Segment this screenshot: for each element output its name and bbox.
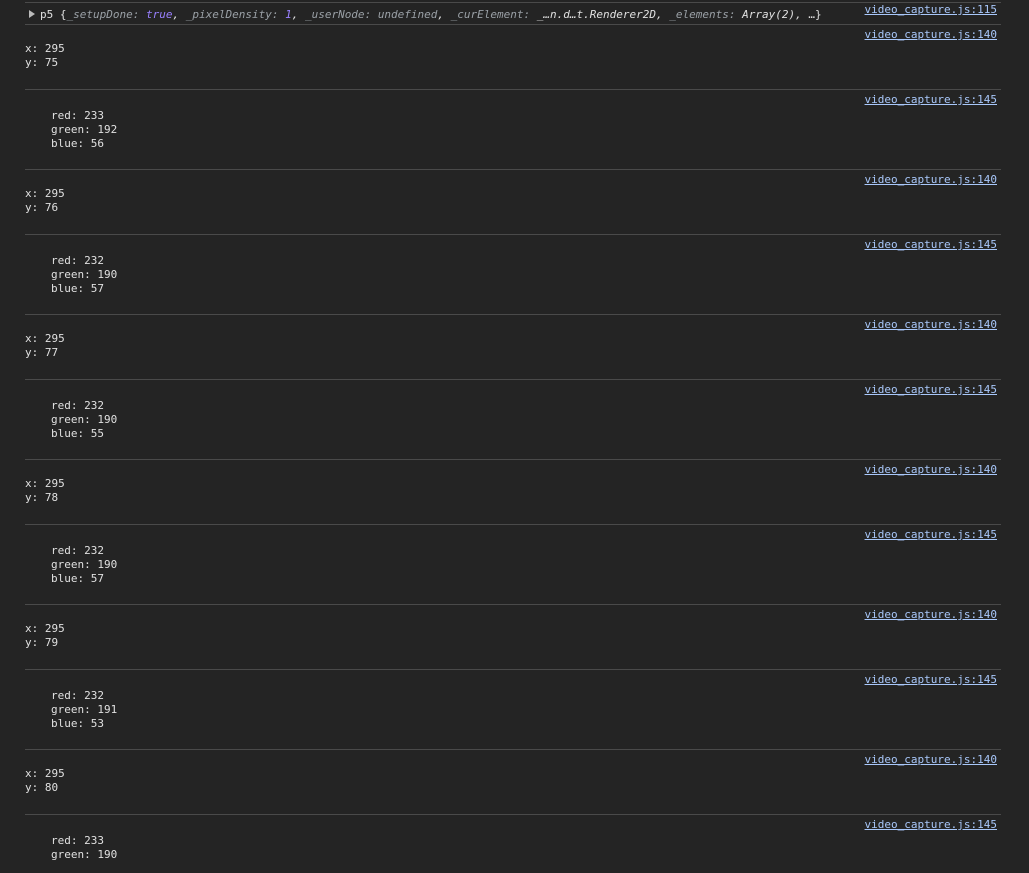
source-link[interactable]: video_capture.js:115 bbox=[865, 3, 997, 17]
message-line: green: 190 bbox=[51, 558, 118, 571]
message-body: x: 295 y: 76 bbox=[25, 187, 65, 215]
message-line: red: 232 bbox=[51, 254, 104, 267]
message-line: blue: 55 bbox=[51, 427, 104, 440]
message-line: red: 232 bbox=[51, 544, 104, 557]
message-line: x: 295 bbox=[25, 332, 65, 345]
message-body: red: 232 green: 190 blue: 57 bbox=[51, 254, 117, 296]
object-property-separator: : bbox=[271, 8, 286, 21]
source-link[interactable]: video_capture.js:140 bbox=[865, 173, 997, 187]
message-body: x: 295 y: 79 bbox=[25, 622, 65, 650]
message-line: green: 190 bbox=[51, 268, 118, 281]
object-suffix: …} bbox=[808, 8, 822, 21]
object-property-separator: : bbox=[364, 8, 378, 21]
message-line: green: 191 bbox=[51, 703, 118, 716]
console-message-color[interactable]: video_capture.js:145 red: 232 green: 191 bl… bbox=[25, 670, 1001, 750]
object-property-key: _pixelDensity bbox=[185, 8, 272, 21]
source-link[interactable]: video_capture.js:140 bbox=[865, 318, 997, 332]
source-link[interactable]: video_capture.js:140 bbox=[865, 608, 997, 622]
message-line: x: 295 bbox=[25, 622, 65, 635]
message-line: green: 190 bbox=[51, 413, 118, 426]
source-link[interactable]: video_capture.js:145 bbox=[865, 383, 997, 397]
message-line: y: 75 bbox=[25, 56, 59, 69]
source-link[interactable]: video_capture.js:140 bbox=[865, 28, 997, 42]
message-line: x: 295 bbox=[25, 767, 65, 780]
message-line: y: 76 bbox=[25, 201, 59, 214]
message-body: red: 232 green: 191 blue: 53 bbox=[51, 689, 117, 731]
object-preview[interactable]: p5 {_setupDone: true, _pixelDensity: 1, … bbox=[29, 8, 822, 22]
message-line: y: 79 bbox=[25, 636, 59, 649]
object-property-value: 1 bbox=[285, 8, 292, 21]
message-body: x: 295 y: 78 bbox=[25, 477, 65, 505]
console-message-color[interactable]: video_capture.js:145 red: 232 green: 190 bl… bbox=[25, 380, 1001, 460]
message-line: blue: 56 bbox=[51, 137, 104, 150]
object-property-comma: , bbox=[291, 8, 305, 21]
console-message-color[interactable]: video_capture.js:145 red: 232 green: 190 bl… bbox=[25, 235, 1001, 315]
message-line: blue: 57 bbox=[51, 282, 104, 295]
object-prefix: p5 { bbox=[40, 8, 67, 21]
message-line: green: 190 bbox=[51, 848, 118, 861]
object-property-key: _curElement bbox=[450, 8, 524, 21]
message-body: x: 295 y: 77 bbox=[25, 332, 65, 360]
console-message-color[interactable]: video_capture.js:145 red: 233 green: 190 bbox=[25, 815, 1001, 873]
message-body: red: 232 green: 190 blue: 55 bbox=[51, 399, 117, 441]
object-property-separator: : bbox=[523, 8, 537, 21]
source-link[interactable]: video_capture.js:145 bbox=[865, 93, 997, 107]
message-line: x: 295 bbox=[25, 187, 65, 200]
message-line: y: 78 bbox=[25, 491, 59, 504]
message-list: video_capture.js:140 x: 295 y: 75 video_cap… bbox=[25, 25, 1001, 873]
source-link[interactable]: video_capture.js:145 bbox=[865, 673, 997, 687]
object-property-comma: , bbox=[437, 8, 451, 21]
console-message-coordinates[interactable]: video_capture.js:140 x: 295 y: 75 bbox=[25, 25, 1001, 90]
console-message-coordinates[interactable]: video_capture.js:140 x: 295 y: 78 bbox=[25, 460, 1001, 525]
object-property-key: _elements bbox=[669, 8, 729, 21]
object-property-comma: , bbox=[795, 8, 809, 21]
expand-triangle-icon[interactable] bbox=[29, 10, 35, 18]
message-body: x: 295 y: 80 bbox=[25, 767, 65, 795]
console-message-coordinates[interactable]: video_capture.js:140 x: 295 y: 80 bbox=[25, 750, 1001, 815]
message-body: red: 232 green: 190 blue: 57 bbox=[51, 544, 117, 586]
object-property-separator: : bbox=[132, 8, 146, 21]
source-link[interactable]: video_capture.js:140 bbox=[865, 463, 997, 477]
console-messages[interactable]: p5 {_setupDone: true, _pixelDensity: 1, … bbox=[25, 0, 1001, 873]
message-body: x: 295 y: 75 bbox=[25, 42, 65, 70]
object-property-comma: , bbox=[656, 8, 670, 21]
message-line: red: 233 bbox=[51, 109, 104, 122]
source-link[interactable]: video_capture.js:140 bbox=[865, 753, 997, 767]
console-message-object[interactable]: p5 {_setupDone: true, _pixelDensity: 1, … bbox=[25, 0, 1001, 25]
message-body: red: 233 green: 192 blue: 56 bbox=[51, 109, 117, 151]
object-property-value: Array(2) bbox=[742, 8, 796, 21]
source-link[interactable]: video_capture.js:145 bbox=[865, 238, 997, 252]
message-body: red: 233 green: 190 bbox=[51, 834, 117, 862]
console-message-color[interactable]: video_capture.js:145 red: 232 green: 190 bl… bbox=[25, 525, 1001, 605]
message-line: y: 77 bbox=[25, 346, 59, 359]
message-line: y: 80 bbox=[25, 781, 59, 794]
source-link[interactable]: video_capture.js:145 bbox=[865, 528, 997, 542]
message-line: green: 192 bbox=[51, 123, 118, 136]
object-property-separator: : bbox=[728, 8, 743, 21]
object-property-key: _setupDone bbox=[66, 8, 133, 21]
console-message-coordinates[interactable]: video_capture.js:140 x: 295 y: 76 bbox=[25, 170, 1001, 235]
message-line: x: 295 bbox=[25, 42, 65, 55]
message-line: blue: 57 bbox=[51, 572, 104, 585]
object-property-value: undefined bbox=[377, 8, 438, 21]
console-message-color[interactable]: video_capture.js:145 red: 233 green: 192 bl… bbox=[25, 90, 1001, 170]
object-property-value: true bbox=[145, 8, 173, 21]
message-line: red: 232 bbox=[51, 399, 104, 412]
message-line: blue: 53 bbox=[51, 717, 104, 730]
object-property-value: _…n.d…t.Renderer2D bbox=[536, 8, 656, 21]
object-property-key: _userNode bbox=[304, 8, 365, 21]
object-properties: _setupDone: true, _pixelDensity: 1, _use… bbox=[67, 8, 809, 21]
object-property-comma: , bbox=[172, 8, 186, 21]
message-line: red: 233 bbox=[51, 834, 104, 847]
message-line: red: 232 bbox=[51, 689, 104, 702]
message-line: x: 295 bbox=[25, 477, 65, 490]
console-message-coordinates[interactable]: video_capture.js:140 x: 295 y: 79 bbox=[25, 605, 1001, 670]
console-message-coordinates[interactable]: video_capture.js:140 x: 295 y: 77 bbox=[25, 315, 1001, 380]
source-link[interactable]: video_capture.js:145 bbox=[865, 818, 997, 832]
